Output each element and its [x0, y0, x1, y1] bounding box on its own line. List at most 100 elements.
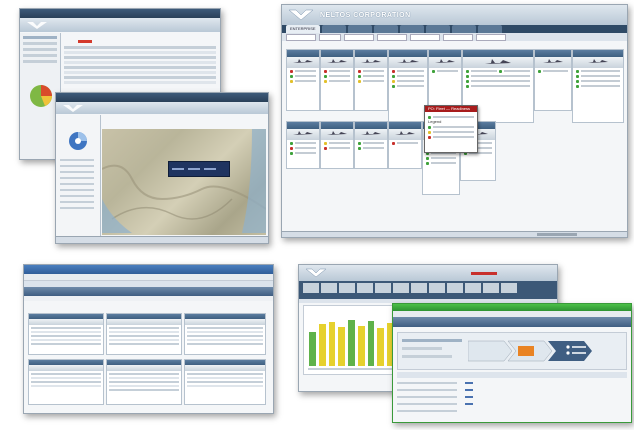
aircraft-panel[interactable]	[572, 49, 624, 123]
aircraft-tab[interactable]	[501, 283, 517, 293]
tab-bar: ENTERPRISE	[282, 25, 627, 33]
aircraft-tab[interactable]	[483, 283, 499, 293]
aircraft-tab[interactable]	[321, 283, 337, 293]
panel-header	[287, 122, 319, 129]
tab[interactable]	[321, 25, 346, 33]
toolbar-field[interactable]	[443, 33, 473, 41]
app-logo	[305, 267, 331, 279]
aircraft-image	[389, 129, 421, 140]
data-panel[interactable]	[106, 313, 182, 355]
map-sidebar	[56, 115, 101, 243]
browser-toolbar	[24, 274, 273, 281]
map-overlay-popup[interactable]	[168, 161, 230, 177]
chart-bar	[328, 322, 336, 366]
aircraft-panel[interactable]	[388, 49, 428, 123]
window-title-bar	[393, 304, 631, 311]
panel-header	[389, 50, 427, 57]
window-title-bar	[24, 265, 273, 274]
pie-chart-small	[30, 85, 52, 107]
aircraft-panel[interactable]	[320, 121, 354, 169]
aircraft-tab[interactable]	[303, 283, 319, 293]
app-header	[299, 265, 557, 281]
data-panel[interactable]	[106, 359, 182, 405]
aircraft-image	[185, 319, 265, 325]
aircraft-image	[355, 129, 387, 140]
chart-bar	[377, 327, 385, 366]
panel-header	[287, 50, 319, 57]
bar-chart	[303, 305, 397, 375]
popup-legend-label: Legend	[428, 119, 442, 124]
data-panel[interactable]	[184, 359, 266, 405]
map-area[interactable]	[102, 129, 266, 235]
aircraft-tab[interactable]	[375, 283, 391, 293]
panel-header	[463, 50, 533, 57]
app-header: NELTOS CORPORATION	[282, 5, 627, 25]
tab[interactable]	[477, 25, 502, 33]
aircraft-image	[29, 319, 103, 325]
aircraft-tab[interactable]	[393, 283, 409, 293]
status-bar	[282, 231, 627, 237]
toolbar	[282, 33, 627, 41]
app-logo	[62, 103, 88, 113]
tab[interactable]	[425, 25, 450, 33]
aircraft-panel[interactable]	[428, 49, 462, 111]
aircraft-panel[interactable]	[286, 49, 320, 111]
screenshot-fleet-tables	[23, 264, 274, 414]
app-header	[393, 317, 631, 327]
chart-bar	[309, 332, 316, 366]
aircraft-image	[573, 57, 623, 68]
tab[interactable]	[399, 25, 424, 33]
aircraft-tab[interactable]	[411, 283, 427, 293]
panel-header	[355, 50, 387, 57]
window-title-bar	[56, 93, 268, 102]
aircraft-panel[interactable]	[354, 121, 388, 169]
window-title-bar	[20, 9, 220, 18]
toolbar-field[interactable]	[319, 33, 341, 41]
readiness-popup[interactable]: PO: Fleet — Readiness Legend	[424, 105, 478, 153]
aircraft-tab[interactable]	[465, 283, 481, 293]
panel-header	[535, 50, 571, 57]
app-header	[24, 287, 273, 296]
panel-header	[389, 122, 421, 129]
aircraft-tab[interactable]	[447, 283, 463, 293]
aircraft-tab[interactable]	[429, 283, 445, 293]
aircraft-image	[355, 57, 387, 68]
toolbar-field[interactable]	[377, 33, 407, 41]
tab[interactable]	[347, 25, 372, 33]
aircraft-tab[interactable]	[339, 283, 355, 293]
panel-header	[321, 122, 353, 129]
toolbar-field[interactable]	[286, 33, 316, 41]
aircraft-image	[429, 57, 461, 68]
aircraft-panel[interactable]	[388, 121, 422, 169]
aircraft-panel[interactable]	[320, 49, 354, 111]
tab[interactable]	[451, 25, 476, 33]
data-panel[interactable]	[184, 313, 266, 355]
app-logo	[26, 20, 52, 30]
donut-chart	[69, 132, 87, 150]
panel-header	[321, 50, 353, 57]
aircraft-panel[interactable]	[534, 49, 572, 111]
tab-bar	[24, 296, 273, 301]
screenshot-fleet-dashboard: NELTOS CORPORATION ENTERPRISE PO: Fleet …	[281, 4, 628, 238]
aircraft-image	[29, 365, 103, 371]
aircraft-image	[185, 365, 265, 371]
chart-bar	[367, 321, 375, 366]
toolbar-field[interactable]	[410, 33, 440, 41]
screenshot-map-view	[55, 92, 269, 244]
tab-enterprise[interactable]: ENTERPRISE	[286, 25, 320, 33]
toolbar-field[interactable]	[344, 33, 374, 41]
process-flow-diagram	[468, 340, 592, 362]
chart-bar	[318, 324, 326, 366]
tab[interactable]	[373, 25, 398, 33]
aircraft-panel[interactable]	[286, 121, 320, 169]
app-header	[20, 18, 220, 32]
aircraft-tab[interactable]	[357, 283, 373, 293]
aircraft-image	[389, 57, 427, 68]
status-bar	[56, 236, 268, 243]
brand-name: NELTOS CORPORATION	[320, 11, 411, 19]
data-panel[interactable]	[28, 313, 104, 355]
toolbar-field[interactable]	[476, 33, 506, 41]
data-panel[interactable]	[28, 359, 104, 405]
aircraft-image	[463, 57, 533, 68]
aircraft-panel[interactable]	[354, 49, 388, 111]
